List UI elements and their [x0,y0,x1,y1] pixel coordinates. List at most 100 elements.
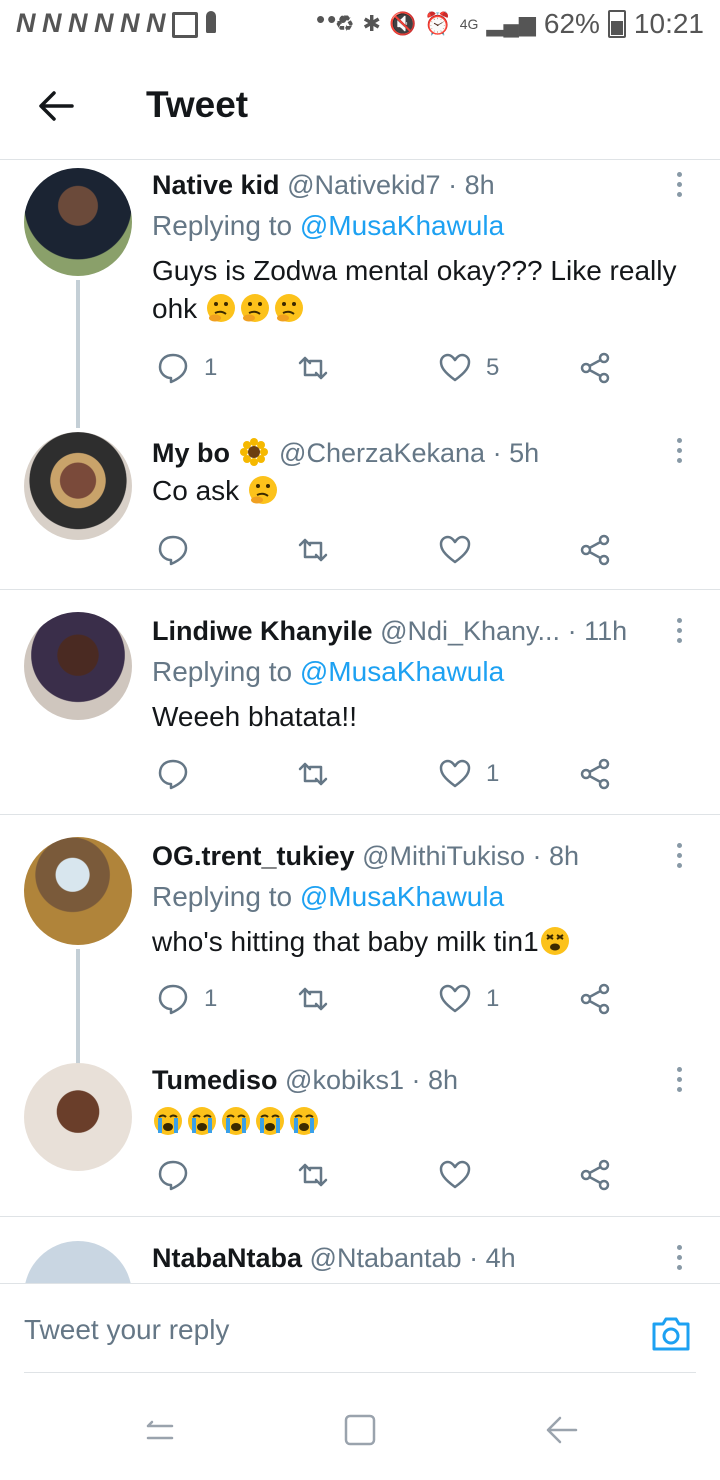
tweet-text [152,1103,704,1141]
tweet-time: · 8h [411,1065,459,1095]
like-button[interactable]: 1 [438,979,499,1019]
tweet[interactable]: NtabaNtaba @Ntabantab · 4h [0,1217,720,1283]
tweet[interactable]: Native kid @Nativekid7 · 8h Replying to … [0,160,720,428]
thinking-emoji-icon [248,476,277,504]
like-button[interactable] [438,1155,486,1195]
tweet[interactable]: Lindiwe Khanyile @Ndi_Khany... · 11h Rep… [0,590,720,813]
network-type: 4G [459,16,479,32]
recent-apps-icon[interactable] [140,1410,180,1450]
gallery-icon [172,12,198,38]
retweet-button[interactable] [296,348,344,388]
reply-icon [158,1160,188,1191]
avatar[interactable] [24,612,132,720]
avatar[interactable] [24,1063,132,1171]
more-options-icon[interactable] [674,1067,684,1097]
tweet-text-content: Co ask [152,475,240,506]
display-name[interactable]: NtabaNtaba [152,1243,302,1273]
mention-link[interactable]: @MusaKhawula [300,881,504,912]
reply-button[interactable] [156,754,204,794]
like-button[interactable] [438,530,486,570]
share-button[interactable] [578,1155,612,1195]
more-options-icon[interactable] [674,438,684,468]
retweet-button[interactable] [296,754,344,794]
display-name[interactable]: OG.trent_tukiey [152,841,355,871]
camera-icon[interactable] [650,1312,692,1354]
retweet-icon [298,762,328,786]
avatar[interactable] [24,1241,132,1283]
replying-to-label: Replying to [152,210,300,241]
replying-to: Replying to @MusaKhawula [152,656,504,688]
thinking-emoji-icon [206,294,235,322]
user-handle[interactable]: @CherzaKekana [279,438,485,468]
retweet-button[interactable] [296,1155,344,1195]
reply-icon [158,353,188,384]
more-options-icon[interactable] [674,843,684,873]
reply-button[interactable]: 1 [156,979,217,1019]
share-icon [580,352,610,384]
share-button[interactable] [578,979,612,1019]
thinking-emoji-icon [274,294,303,322]
tweet-actions [152,1155,632,1195]
display-name[interactable]: Tumediso [152,1065,278,1095]
crying-emoji-icon [154,1107,182,1135]
retweet-button[interactable] [296,530,344,570]
reply-underline [24,1372,696,1373]
home-icon[interactable] [340,1410,380,1450]
user-handle[interactable]: @kobiks1 [285,1065,404,1095]
like-button[interactable]: 1 [438,754,499,794]
heart-icon [439,353,471,382]
battery-percent: 62% [543,8,600,39]
replying-to: Replying to @MusaKhawula [152,210,504,242]
reply-feed[interactable]: Native kid @Nativekid7 · 8h Replying to … [0,160,720,1283]
reply-icon [158,535,188,566]
more-options-icon[interactable] [674,172,684,202]
user-handle[interactable]: @Nativekid7 [287,170,440,200]
dizzy-face-emoji-icon [540,927,569,955]
like-button[interactable]: 5 [438,348,499,388]
reply-button[interactable] [156,1155,204,1195]
mention-link[interactable]: @MusaKhawula [300,210,504,241]
more-options-icon[interactable] [674,618,684,648]
tweet[interactable]: OG.trent_tukiey @MithiTukiso · 8h Replyi… [0,815,720,1099]
avatar[interactable] [24,168,132,276]
mention-link[interactable]: @MusaKhawula [300,656,504,687]
tweet-time: · 5h [492,438,540,468]
replying-to: Replying to @MusaKhawula [152,881,504,913]
tweet-actions: 1 1 [152,979,632,1019]
tweet-header: NtabaNtaba @Ntabantab · 4h [152,1243,516,1274]
display-name[interactable]: Lindiwe Khanyile [152,616,373,646]
reply-button[interactable] [156,530,204,570]
display-name[interactable]: My bo [152,438,230,468]
more-options-icon[interactable] [674,1245,684,1275]
share-button[interactable] [578,530,612,570]
tweet-text: Weeeh bhatata!! [152,698,704,736]
display-name[interactable]: Native kid [152,170,280,200]
tweet[interactable]: Tumediso @kobiks1 · 8h [0,1055,720,1215]
tweet[interactable]: My bo @CherzaKekana · 5h Co ask [0,428,720,588]
app-header: Tweet [0,50,720,160]
mute-icon: 🔇 [388,11,417,36]
reply-button[interactable]: 1 [156,348,217,388]
back-icon[interactable] [542,1410,582,1450]
retweet-icon [298,356,328,380]
notification-icon: N [146,8,166,38]
retweet-button[interactable] [296,979,344,1019]
back-arrow-icon[interactable] [36,86,76,126]
share-button[interactable] [578,348,612,388]
bluetooth-icon: ✱ [362,11,381,36]
tweet-header: Tumediso @kobiks1 · 8h [152,1065,458,1096]
avatar[interactable] [24,432,132,540]
reply-count: 1 [204,354,218,381]
alarm-icon: ⏰ [424,11,452,36]
avatar[interactable] [24,837,132,945]
replying-to-label: Replying to [152,881,300,912]
tweet-time: · 8h [532,841,580,871]
share-button[interactable] [578,754,612,794]
reply-input[interactable]: Tweet your reply [24,1314,229,1346]
share-icon [580,983,610,1015]
user-handle[interactable]: @MithiTukiso [362,841,525,871]
replying-to-label: Replying to [152,656,300,687]
user-handle[interactable]: @Ntabantab [310,1243,462,1273]
user-handle[interactable]: @Ndi_Khany... [380,616,560,646]
tweet-time: · 8h [448,170,495,200]
